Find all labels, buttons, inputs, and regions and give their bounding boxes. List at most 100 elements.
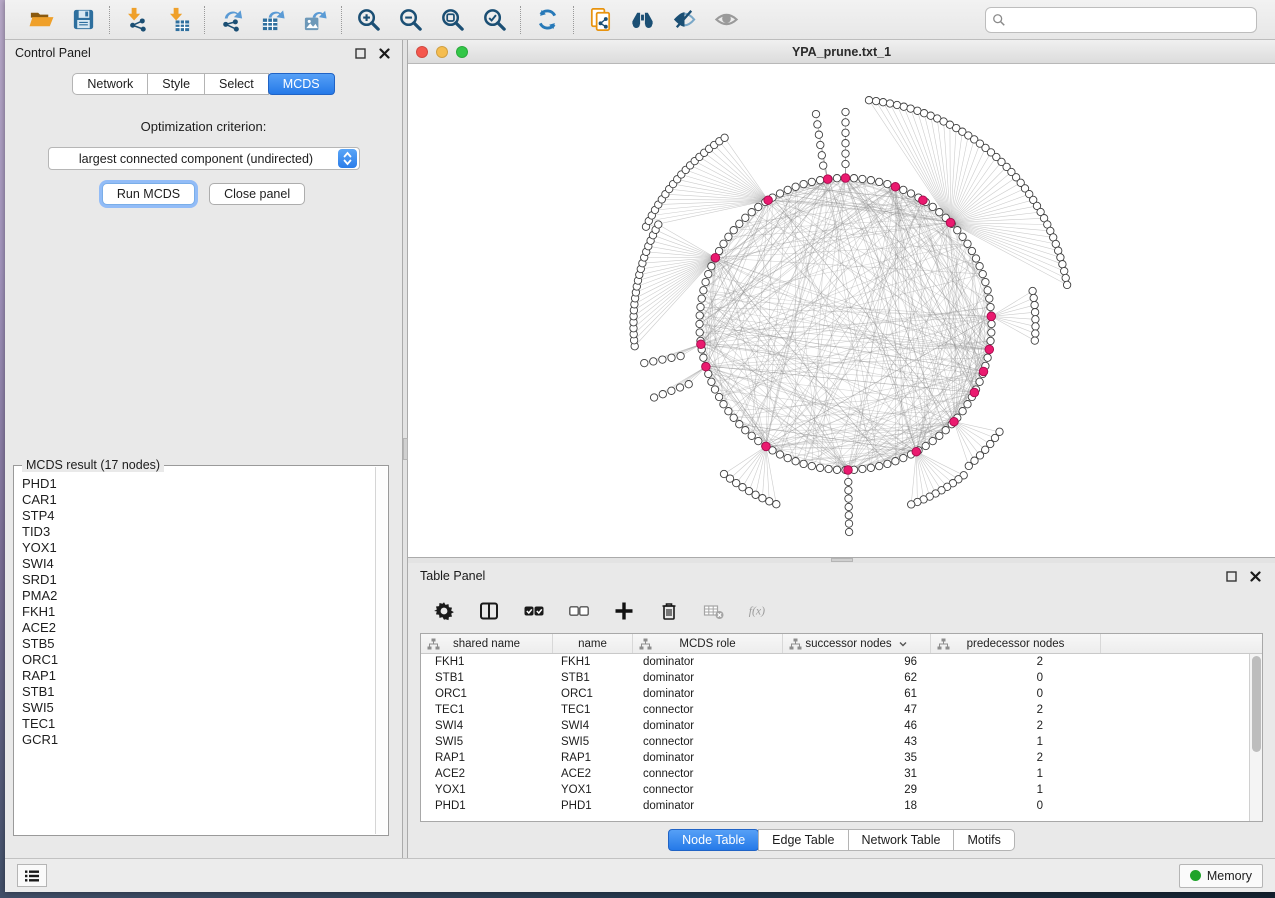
network-node[interactable] [708, 378, 715, 385]
network-node[interactable] [984, 287, 991, 294]
network-node[interactable] [776, 451, 783, 458]
horizontal-splitter[interactable] [408, 558, 1275, 563]
network-node[interactable] [776, 190, 783, 197]
network-node[interactable] [697, 303, 704, 310]
cell-predecessor-nodes[interactable]: 0 [931, 672, 1101, 684]
network-node[interactable] [721, 134, 728, 141]
table-row[interactable]: YOX1YOX1connector291 [421, 782, 1249, 798]
network-node[interactable] [988, 320, 995, 327]
mcds-result-item[interactable]: STB1 [15, 684, 375, 700]
network-node[interactable] [845, 487, 852, 494]
network-node[interactable] [800, 460, 807, 467]
network-node[interactable] [755, 437, 762, 444]
network-node[interactable] [736, 421, 743, 428]
network-node[interactable] [1057, 254, 1064, 261]
network-node[interactable] [668, 387, 675, 394]
network-node[interactable] [1032, 316, 1039, 323]
network-node[interactable] [766, 498, 773, 505]
cell-shared-name[interactable]: ACE2 [421, 768, 553, 780]
network-node[interactable] [900, 103, 907, 110]
network-node[interactable] [979, 270, 986, 277]
table-row[interactable]: STB1STB1dominator620 [421, 670, 1249, 686]
cell-name[interactable]: SWI4 [553, 720, 633, 732]
table-row[interactable]: SWI4SWI4dominator462 [421, 718, 1249, 734]
network-node[interactable] [959, 233, 966, 240]
network-node[interactable] [859, 465, 866, 472]
cell-shared-name[interactable]: SWI5 [421, 736, 553, 748]
binoculars-icon[interactable] [625, 5, 659, 35]
network-node[interactable] [748, 209, 755, 216]
network-node[interactable] [1059, 261, 1066, 268]
network-node[interactable] [730, 414, 737, 421]
column-header-MCDS-role[interactable]: MCDS role [633, 634, 783, 653]
mcds-hub-node[interactable] [985, 345, 994, 354]
network-node[interactable] [1031, 337, 1038, 344]
network-node[interactable] [659, 356, 666, 363]
cell-predecessor-nodes[interactable]: 0 [931, 688, 1101, 700]
cell-successor-nodes[interactable]: 43 [783, 736, 931, 748]
cell-predecessor-nodes[interactable]: 1 [931, 736, 1101, 748]
network-node[interactable] [696, 329, 703, 336]
cell-name[interactable]: YOX1 [553, 784, 633, 796]
float-panel-icon[interactable] [1223, 568, 1239, 584]
network-node[interactable] [742, 427, 749, 434]
network-node[interactable] [908, 501, 915, 508]
cell-MCDS-role[interactable]: dominator [633, 752, 783, 764]
mcds-hub-node[interactable] [950, 417, 959, 426]
import-table-icon[interactable] [161, 5, 195, 35]
cell-predecessor-nodes[interactable]: 2 [931, 752, 1101, 764]
network-node[interactable] [842, 160, 849, 167]
network-node[interactable] [922, 442, 929, 449]
network-node[interactable] [1031, 301, 1038, 308]
network-node[interactable] [818, 152, 825, 159]
network-node[interactable] [800, 180, 807, 187]
network-node[interactable] [700, 354, 707, 361]
network-node[interactable] [677, 352, 684, 359]
network-node[interactable] [659, 391, 666, 398]
network-node[interactable] [976, 263, 983, 270]
network-node[interactable] [1031, 309, 1038, 316]
mcds-result-item[interactable]: SRD1 [15, 572, 375, 588]
cell-successor-nodes[interactable]: 61 [783, 688, 931, 700]
network-node[interactable] [808, 462, 815, 469]
network-node[interactable] [872, 97, 879, 104]
mcds-result-item[interactable]: FKH1 [15, 604, 375, 620]
network-node[interactable] [759, 495, 766, 502]
mcds-hub-node[interactable] [979, 367, 988, 376]
network-node[interactable] [929, 437, 936, 444]
export-table-icon[interactable] [256, 5, 290, 35]
mcds-result-item[interactable]: YOX1 [15, 540, 375, 556]
network-view[interactable] [408, 64, 1275, 557]
network-node[interactable] [825, 465, 832, 472]
network-node[interactable] [1032, 323, 1039, 330]
cell-MCDS-role[interactable]: connector [633, 704, 783, 716]
cell-MCDS-role[interactable]: dominator [633, 720, 783, 732]
table-row[interactable]: ACE2ACE2connector311 [421, 766, 1249, 782]
add-column-icon[interactable] [610, 597, 638, 625]
network-node[interactable] [845, 495, 852, 502]
mcds-hub-node[interactable] [919, 196, 928, 205]
cell-predecessor-nodes[interactable]: 2 [931, 720, 1101, 732]
tab-motifs[interactable]: Motifs [953, 829, 1014, 851]
network-node[interactable] [879, 99, 886, 106]
search-input[interactable] [1011, 10, 1250, 30]
network-node[interactable] [972, 255, 979, 262]
network-node[interactable] [708, 263, 715, 270]
network-node[interactable] [936, 209, 943, 216]
table-row[interactable]: SWI5SWI5connector431 [421, 734, 1249, 750]
mcds-result-item[interactable]: SWI5 [15, 700, 375, 716]
cell-successor-nodes[interactable]: 62 [783, 672, 931, 684]
cell-name[interactable]: ACE2 [553, 768, 633, 780]
mcds-hub-node[interactable] [711, 253, 720, 262]
share-document-icon[interactable] [583, 5, 617, 35]
network-node[interactable] [725, 408, 732, 415]
network-node[interactable] [1030, 294, 1037, 301]
cell-successor-nodes[interactable]: 46 [783, 720, 931, 732]
network-node[interactable] [736, 220, 743, 227]
network-node[interactable] [817, 141, 824, 148]
cell-predecessor-nodes[interactable]: 1 [931, 768, 1101, 780]
tab-mcds[interactable]: MCDS [268, 73, 335, 95]
zoom-in-icon[interactable] [351, 5, 385, 35]
network-node[interactable] [842, 150, 849, 157]
network-node[interactable] [845, 520, 852, 527]
